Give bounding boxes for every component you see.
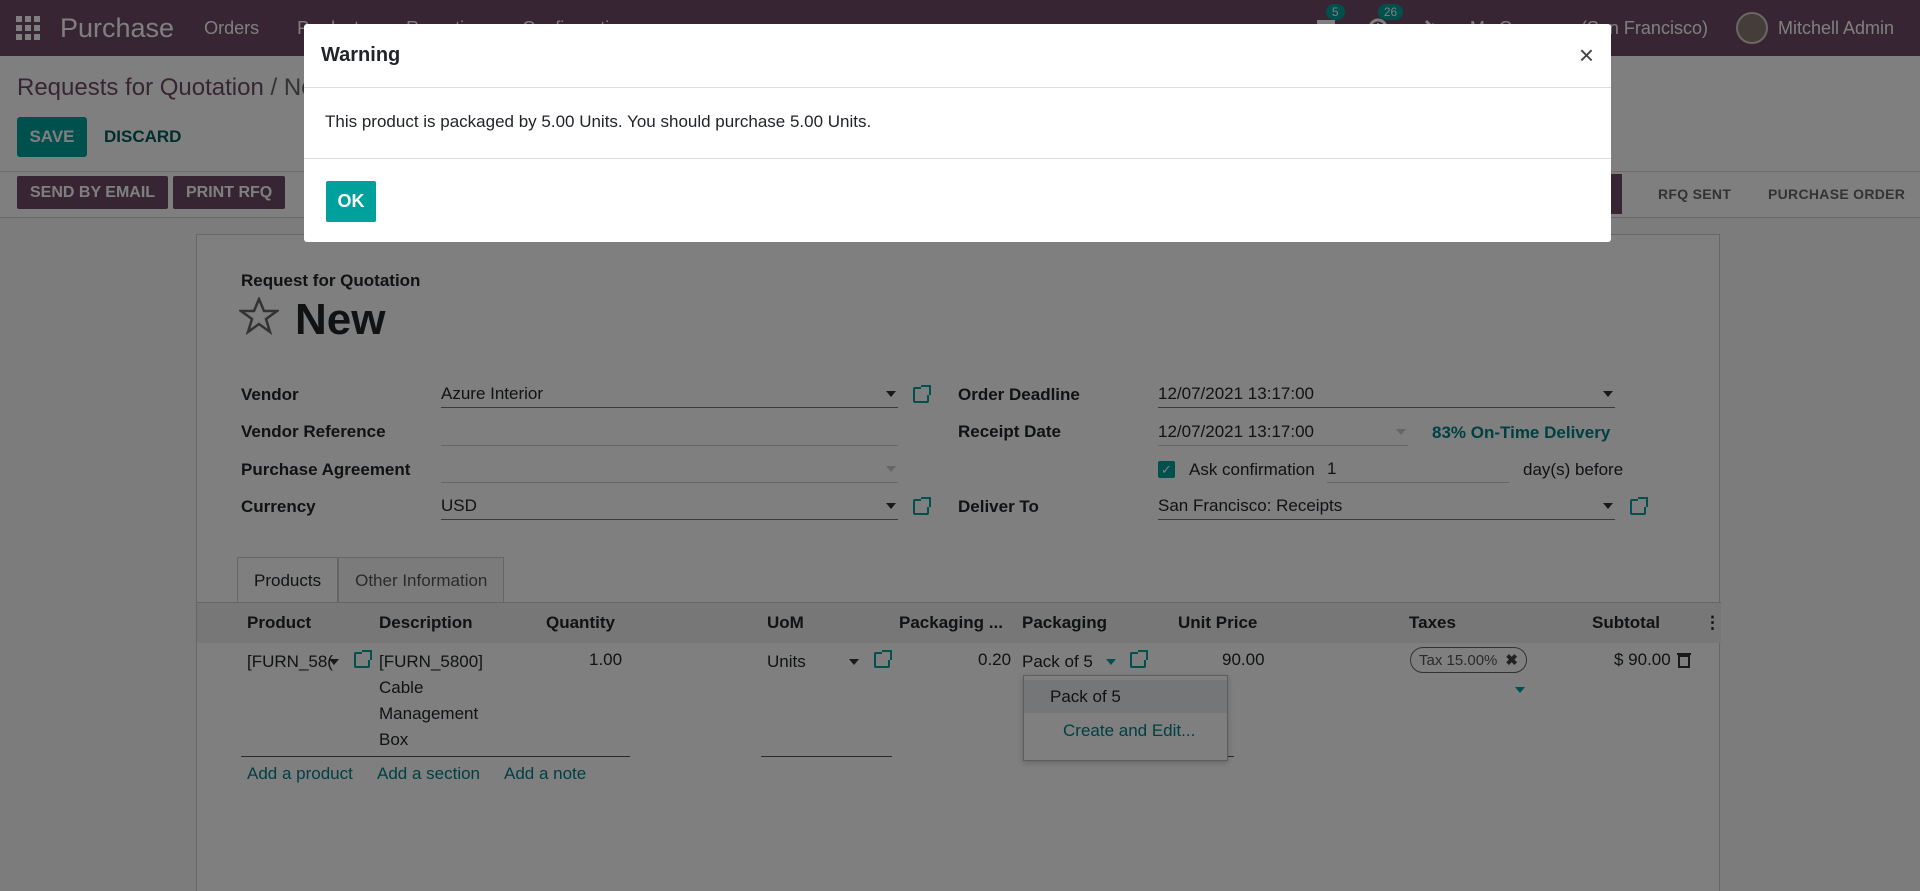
dialog-title: Warning	[321, 44, 401, 66]
ok-button[interactable]: OK	[326, 181, 376, 222]
close-icon[interactable]: ×	[1579, 40, 1594, 71]
dialog-message: This product is packaged by 5.00 Units. …	[325, 112, 872, 131]
dialog-footer: OK	[304, 158, 1611, 242]
warning-dialog: Warning × This product is packaged by 5.…	[304, 24, 1611, 242]
dialog-header: Warning ×	[304, 24, 1611, 88]
